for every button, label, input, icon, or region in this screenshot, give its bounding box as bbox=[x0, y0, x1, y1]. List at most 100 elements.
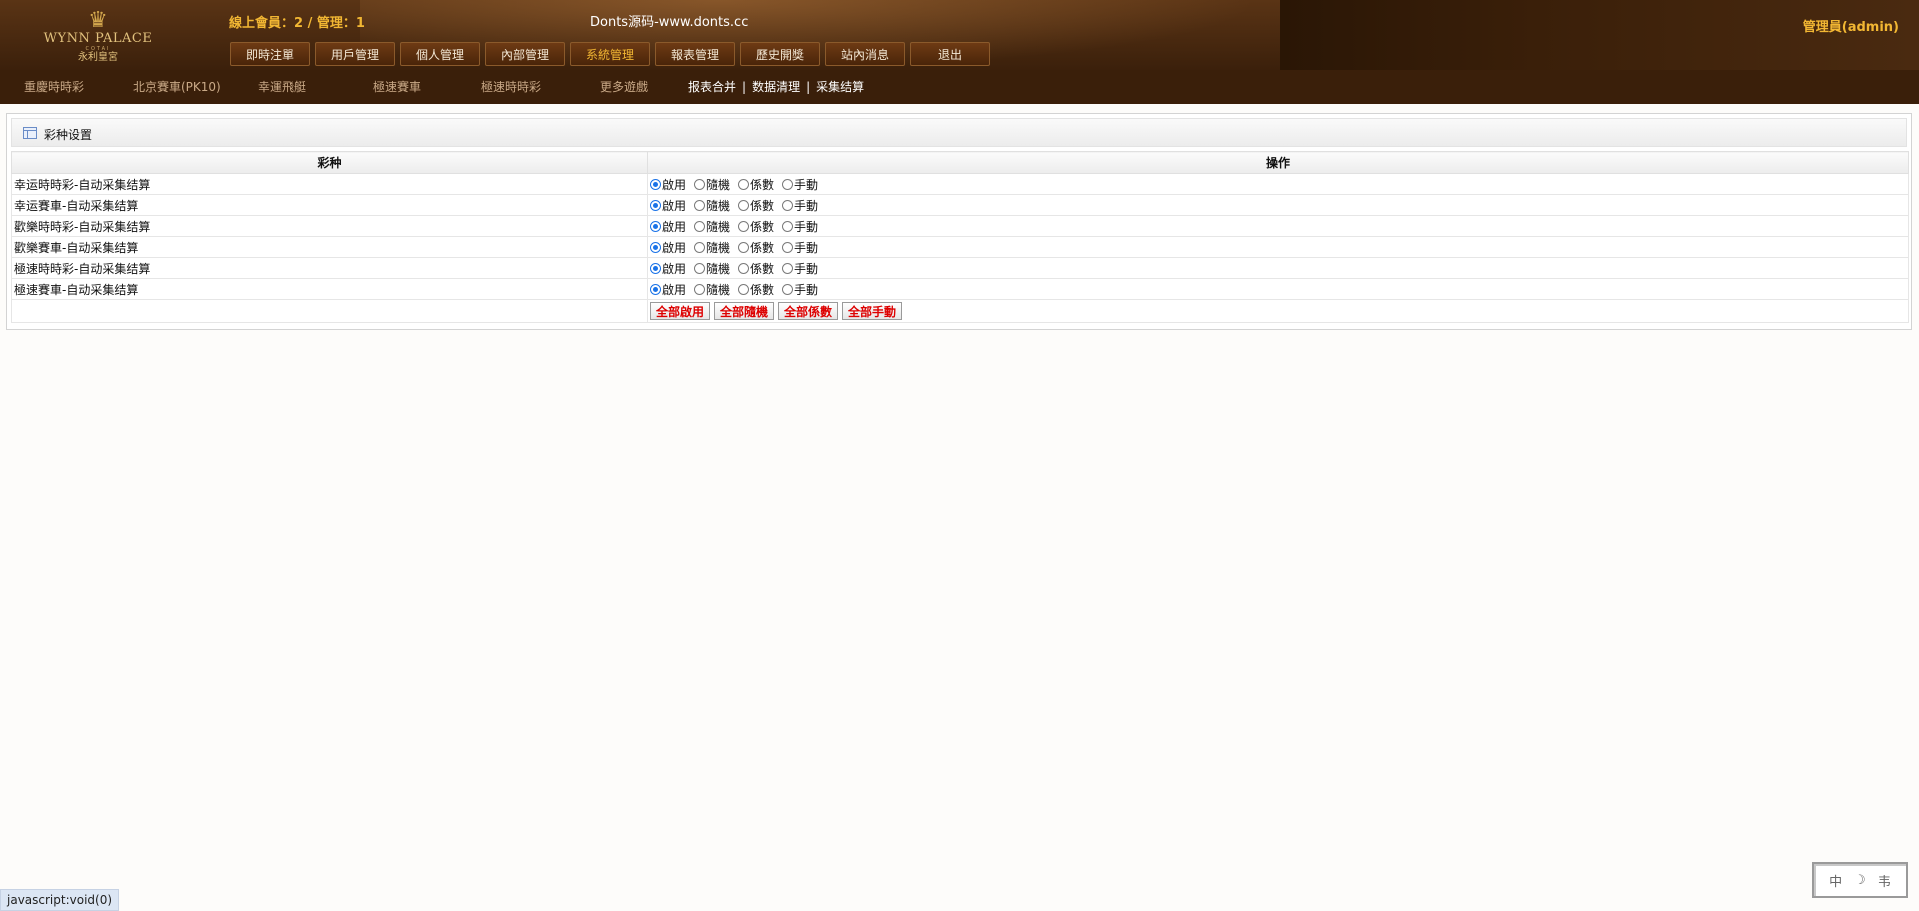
mode-radio-2[interactable]: 係數 bbox=[738, 281, 774, 298]
mode-radio-3[interactable]: 手動 bbox=[782, 197, 818, 214]
radio-button[interactable] bbox=[650, 178, 661, 190]
bulk-actions-row: 全部啟用 全部隨機 全部係數 全部手動 bbox=[11, 299, 1909, 323]
radio-button[interactable] bbox=[782, 262, 794, 274]
mode-radio-1[interactable]: 隨機 bbox=[694, 239, 730, 256]
nav-site-messages[interactable]: 站內消息 bbox=[825, 42, 905, 66]
mode-radio-3[interactable]: 手動 bbox=[782, 260, 818, 277]
radio-button[interactable] bbox=[782, 199, 794, 211]
subnav-speed-racing[interactable]: 極速賽車 bbox=[373, 78, 421, 95]
radio-button[interactable] bbox=[694, 283, 706, 295]
link-report-merge[interactable]: 报表合并 bbox=[688, 80, 736, 94]
radio-label: 隨機 bbox=[706, 177, 731, 192]
radio-label: 手動 bbox=[794, 219, 819, 234]
radio-button[interactable] bbox=[650, 283, 661, 295]
mode-radio-0[interactable]: 啟用 bbox=[650, 176, 686, 193]
nav-history-results[interactable]: 歷史開獎 bbox=[740, 42, 820, 66]
mode-radio-0[interactable]: 啟用 bbox=[650, 281, 686, 298]
radio-button[interactable] bbox=[694, 262, 706, 274]
link-collect-settle[interactable]: 采集结算 bbox=[816, 80, 864, 94]
mode-radio-3[interactable]: 手動 bbox=[782, 218, 818, 235]
nav-internal-management[interactable]: 內部管理 bbox=[485, 42, 565, 66]
mode-radio-2[interactable]: 係數 bbox=[738, 260, 774, 277]
mode-radio-2[interactable]: 係數 bbox=[738, 239, 774, 256]
lottery-mode-options: 啟用 隨機 係數 手動 bbox=[647, 194, 1909, 216]
nav-personal-management[interactable]: 個人管理 bbox=[400, 42, 480, 66]
nav-logout[interactable]: 退出 bbox=[910, 42, 990, 66]
table-icon bbox=[23, 127, 37, 139]
mode-radio-1[interactable]: 隨機 bbox=[694, 218, 730, 235]
brand-logo[interactable]: ♛ WYNN PALACE COTAI 永利皇宮 bbox=[28, 10, 168, 68]
moon-icon[interactable]: ☽ bbox=[1854, 873, 1866, 888]
mode-radio-2[interactable]: 係數 bbox=[738, 218, 774, 235]
radio-button[interactable] bbox=[738, 283, 750, 295]
radio-label: 隨機 bbox=[706, 219, 731, 234]
header-dark-area bbox=[1280, 0, 1919, 70]
radio-button[interactable] bbox=[694, 241, 706, 253]
subnav-beijing-pk10[interactable]: 北京賽車(PK10) bbox=[133, 78, 221, 95]
nav-user-management[interactable]: 用戶管理 bbox=[315, 42, 395, 66]
radio-button[interactable] bbox=[738, 199, 750, 211]
site-name: Donts源码-www.donts.cc bbox=[590, 15, 749, 30]
subnav-more-games[interactable]: 更多遊戲 bbox=[600, 78, 648, 95]
nav-report-management[interactable]: 報表管理 bbox=[655, 42, 735, 66]
separator: | bbox=[806, 80, 811, 94]
mode-radio-1[interactable]: 隨機 bbox=[694, 176, 730, 193]
bulk-button-0[interactable]: 全部啟用 bbox=[650, 302, 711, 320]
radio-button[interactable] bbox=[650, 262, 661, 274]
subnav-chongqing-ssc[interactable]: 重慶時時彩 bbox=[24, 78, 84, 95]
subnav-speed-ssc[interactable]: 極速時時彩 bbox=[481, 78, 541, 95]
nav-realtime-bets[interactable]: 即時注單 bbox=[230, 42, 310, 66]
table-row: 極速賽車-自动采集结算 啟用 隨機 係數 手動 bbox=[11, 278, 1909, 300]
radio-button[interactable] bbox=[650, 220, 661, 232]
radio-label: 係數 bbox=[750, 198, 775, 213]
radio-label: 手動 bbox=[794, 240, 819, 255]
ime-toolbar[interactable]: 中 ☽ ⻙ bbox=[1812, 862, 1908, 898]
radio-button[interactable] bbox=[782, 178, 794, 190]
logo-brand: WYNN PALACE bbox=[43, 31, 153, 46]
empty-cell bbox=[11, 299, 648, 323]
radio-button[interactable] bbox=[738, 241, 750, 253]
bulk-buttons-cell: 全部啟用 全部隨機 全部係數 全部手動 bbox=[647, 299, 1909, 323]
lottery-name: 極速時時彩-自动采集结算 bbox=[11, 257, 648, 279]
bulk-button-3[interactable]: 全部手動 bbox=[842, 302, 903, 320]
mode-radio-0[interactable]: 啟用 bbox=[650, 218, 686, 235]
radio-label: 隨機 bbox=[706, 282, 731, 297]
mode-radio-0[interactable]: 啟用 bbox=[650, 260, 686, 277]
lottery-mode-options: 啟用 隨機 係數 手動 bbox=[647, 173, 1909, 195]
radio-label: 係數 bbox=[750, 177, 775, 192]
radio-button[interactable] bbox=[738, 178, 750, 190]
subnav-lucky-airship[interactable]: 幸運飛艇 bbox=[258, 78, 306, 95]
mode-radio-3[interactable]: 手動 bbox=[782, 239, 818, 256]
mode-radio-1[interactable]: 隨機 bbox=[694, 281, 730, 298]
bulk-button-2[interactable]: 全部係數 bbox=[778, 302, 839, 320]
radio-button[interactable] bbox=[782, 241, 794, 253]
ime-lang-icon[interactable]: 中 bbox=[1829, 871, 1842, 890]
radio-label: 係數 bbox=[750, 240, 775, 255]
radio-button[interactable] bbox=[650, 241, 661, 253]
radio-button[interactable] bbox=[782, 220, 794, 232]
mode-radio-1[interactable]: 隨機 bbox=[694, 260, 730, 277]
mode-radio-0[interactable]: 啟用 bbox=[650, 239, 686, 256]
table-row: 極速時時彩-自动采集结算 啟用 隨機 係數 手動 bbox=[11, 257, 1909, 279]
mode-radio-2[interactable]: 係數 bbox=[738, 176, 774, 193]
ime-punct-icon[interactable]: ⻙ bbox=[1878, 871, 1891, 890]
link-data-cleanup[interactable]: 数据清理 bbox=[752, 80, 800, 94]
lottery-mode-options: 啟用 隨機 係數 手動 bbox=[647, 257, 1909, 279]
mode-radio-1[interactable]: 隨機 bbox=[694, 197, 730, 214]
radio-button[interactable] bbox=[738, 262, 750, 274]
radio-button[interactable] bbox=[782, 283, 794, 295]
radio-button[interactable] bbox=[694, 199, 706, 211]
mode-radio-3[interactable]: 手動 bbox=[782, 281, 818, 298]
mode-radio-2[interactable]: 係數 bbox=[738, 197, 774, 214]
mode-radio-0[interactable]: 啟用 bbox=[650, 197, 686, 214]
bulk-button-1[interactable]: 全部隨機 bbox=[714, 302, 775, 320]
mode-radio-3[interactable]: 手動 bbox=[782, 176, 818, 193]
radio-button[interactable] bbox=[650, 199, 661, 211]
nav-system-management[interactable]: 系統管理 bbox=[570, 42, 650, 66]
radio-button[interactable] bbox=[694, 220, 706, 232]
radio-button[interactable] bbox=[694, 178, 706, 190]
radio-button[interactable] bbox=[738, 220, 750, 232]
radio-label: 隨機 bbox=[706, 240, 731, 255]
system-sublinks: 报表合并 | 数据清理 | 采集结算 bbox=[688, 78, 864, 95]
panel-title: 彩种设置 bbox=[44, 128, 93, 142]
